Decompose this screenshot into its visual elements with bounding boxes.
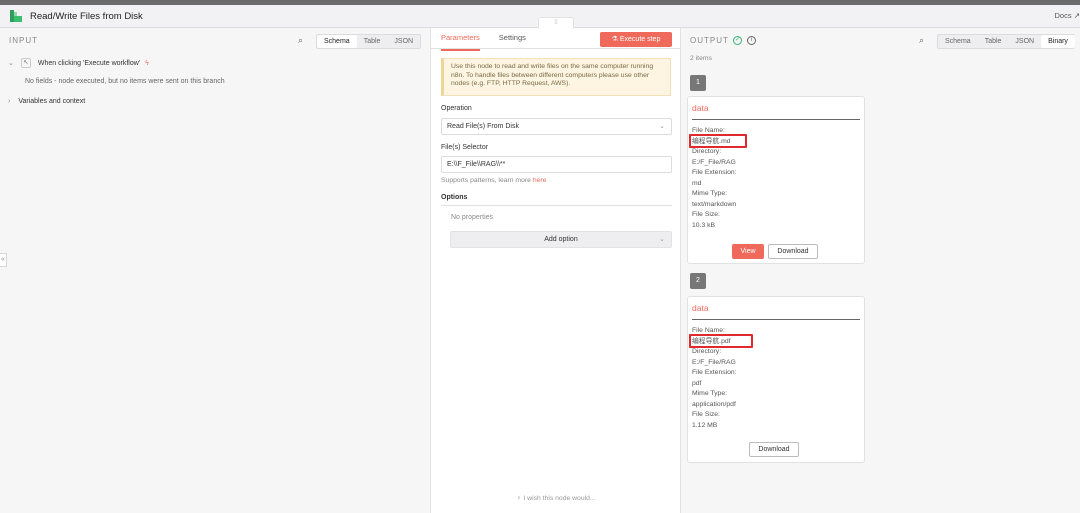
execute-step-button[interactable]: ⚗ Execute step (600, 32, 672, 47)
no-fields-message: No fields - node executed, but no items … (25, 78, 225, 85)
flask-icon: ⚗ (611, 36, 618, 43)
binary-property-title: data (692, 303, 709, 313)
variables-context-row[interactable]: › Variables and context (8, 98, 85, 105)
card-divider (692, 119, 860, 120)
tabs-divider (431, 48, 681, 49)
success-check-icon: ✓ (733, 36, 742, 45)
view-button[interactable]: View (732, 244, 764, 259)
input-view-switch: Schema Table JSON (316, 34, 422, 49)
variables-label: Variables and context (18, 98, 86, 105)
card-divider (692, 319, 860, 320)
highlight-box (689, 134, 747, 148)
options-label: Options (441, 194, 468, 201)
search-icon[interactable]: ⌕ (298, 35, 303, 46)
docs-label: Docs (1054, 11, 1072, 20)
extension-label: File Extension: (692, 169, 737, 176)
size-value: 1.12 MB (692, 421, 718, 429)
feedback-link[interactable]: ♀ I wish this node would... (431, 495, 681, 502)
pointer-icon: ↖ (20, 58, 31, 68)
directory-label: Directory: (692, 348, 722, 355)
extension-value: pdf (692, 379, 702, 387)
input-tab-schema[interactable]: Schema (317, 35, 357, 48)
operation-value: Read File(s) From Disk (447, 123, 519, 130)
input-panel-title: INPUT (9, 36, 38, 45)
collapse-handle[interactable]: « (0, 253, 7, 267)
add-option-label: Add option (544, 236, 578, 243)
info-icon[interactable]: i (747, 36, 756, 45)
drag-grip[interactable]: ⁞⁞ (538, 17, 574, 29)
directory-label: Directory: (692, 148, 722, 155)
trigger-label: When clicking 'Execute workflow' (37, 59, 141, 67)
size-label: File Size: (692, 411, 720, 418)
search-icon[interactable]: ⌕ (919, 35, 924, 46)
directory-value: E:/F_File/RAG (692, 158, 736, 166)
feedback-label: I wish this node would... (523, 495, 596, 502)
selector-label: File(s) Selector (441, 144, 489, 151)
lightbulb-icon: ♀ (516, 495, 522, 502)
mime-label: Mime Type: (692, 390, 728, 397)
pattern-hint: Supports patterns, learn more here (441, 177, 546, 184)
file-node-icon (9, 9, 23, 23)
parameters-panel (431, 28, 681, 513)
mime-label: Mime Type: (692, 190, 728, 197)
download-button[interactable]: Download (749, 442, 799, 457)
output-tab-schema[interactable]: Schema (938, 35, 978, 48)
lightning-icon: ϟ (145, 59, 149, 67)
hint-text: Supports patterns, learn more (441, 177, 533, 184)
operation-select[interactable]: Read File(s) From Disk ⌄ (441, 118, 672, 135)
item-count: 2 items (690, 55, 712, 62)
input-tab-json[interactable]: JSON (387, 35, 420, 48)
output-view-switch: Schema Table JSON Binary (937, 34, 1075, 49)
external-link-icon: ↗ (1073, 11, 1080, 20)
item-index-badge: 1 (690, 75, 706, 91)
learn-more-link[interactable]: here (533, 177, 547, 184)
binary-property-title: data (692, 103, 709, 113)
info-notice: Use this node to read and write files on… (441, 58, 671, 96)
add-option-button[interactable]: Add option ⌄ (450, 231, 672, 248)
item-index-badge: 2 (690, 273, 706, 289)
binary-item-card: data File Name: 编程导航.pdf Directory: E:/F… (687, 296, 865, 463)
options-divider (441, 205, 672, 206)
node-title: Read/Write Files from Disk (30, 10, 143, 22)
highlight-box (689, 334, 753, 348)
mime-value: text/markdown (692, 200, 737, 208)
file-selector-input[interactable]: E:\\F_File\\RAG\\** (441, 156, 672, 173)
output-tab-table[interactable]: Table (978, 35, 1009, 48)
extension-value: md (692, 179, 702, 187)
execute-step-label: Execute step (619, 36, 661, 43)
output-panel-title: OUTPUT (690, 36, 729, 45)
output-tab-binary[interactable]: Binary (1041, 35, 1075, 48)
download-button[interactable]: Download (768, 244, 818, 259)
binary-item-card: data File Name: 编程导航.md Directory: E:/F_… (687, 96, 865, 264)
docs-link[interactable]: Docs ↗ (1055, 11, 1080, 20)
selector-value: E:\\F_File\\RAG\\** (447, 161, 506, 168)
size-label: File Size: (692, 211, 720, 218)
output-tab-json[interactable]: JSON (1008, 35, 1041, 48)
chevron-down-icon: ⌄ (659, 236, 665, 243)
no-properties: No properties (451, 214, 494, 221)
chevron-down-icon: ⌄ (8, 60, 14, 67)
input-tab-table[interactable]: Table (357, 35, 388, 48)
operation-label: Operation (441, 105, 472, 112)
trigger-node-row[interactable]: ⌄ ↖ When clicking 'Execute workflow' ϟ (8, 58, 149, 68)
chevron-down-icon: ⌄ (659, 123, 665, 130)
directory-value: E:/F_File/RAG (692, 358, 736, 366)
extension-label: File Extension: (692, 369, 737, 376)
size-value: 10.3 kB (692, 221, 716, 229)
chevron-right-icon: › (8, 98, 11, 105)
mime-value: application/pdf (692, 400, 736, 408)
